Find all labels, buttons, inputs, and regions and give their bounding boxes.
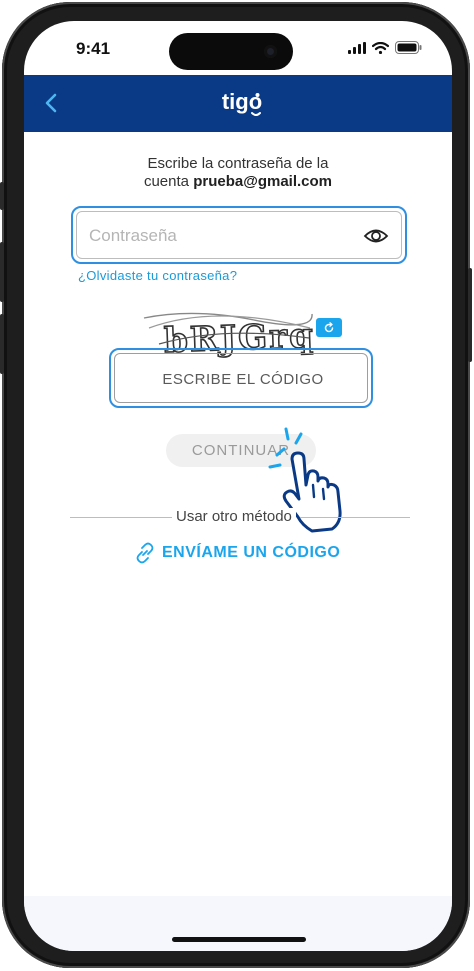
bottom-area: [24, 896, 452, 951]
home-indicator[interactable]: [172, 937, 306, 942]
tigo-logo: tigo: [222, 89, 262, 116]
refresh-icon: [324, 321, 334, 332]
phone-frame: 9:41 tigo Escribe la contraseña de la cu…: [0, 2, 472, 968]
account-prompt: Escribe la contraseña de la cuenta prueb…: [24, 155, 452, 191]
password-field-focus: [71, 206, 407, 264]
forgot-password-link[interactable]: ¿Olvidaste tu contraseña?: [78, 268, 237, 283]
signal-icon: [348, 41, 366, 54]
prompt-prefix: cuenta: [143, 173, 194, 190]
captcha-code-field: [114, 353, 371, 404]
app-header: tigo: [24, 75, 452, 132]
alt-method-label: Usar otro método: [172, 508, 296, 525]
refresh-captcha-button[interactable]: [316, 318, 342, 337]
volume-up-button: [0, 242, 4, 302]
prompt-line-2: cuenta prueba@gmail.com: [24, 173, 452, 191]
send-code-link[interactable]: ENVÍAME UN CÓDIGO: [134, 542, 340, 564]
link-icon: [136, 542, 154, 564]
dynamic-island: [169, 33, 293, 70]
captcha-code-input[interactable]: [115, 354, 371, 404]
power-button: [468, 268, 472, 362]
mute-switch: [0, 182, 4, 210]
status-icons: [348, 41, 422, 54]
divider-right: [300, 517, 410, 518]
captcha-code-field-focus: [109, 348, 373, 408]
status-bar: 9:41: [24, 21, 452, 75]
wifi-icon: [372, 41, 389, 54]
eye-icon[interactable]: [363, 225, 389, 247]
svg-text:tigo: tigo: [222, 89, 262, 114]
status-time: 9:41: [76, 39, 111, 58]
prompt-line-1: Escribe la contraseña de la: [147, 155, 329, 172]
password-field: [76, 211, 402, 260]
volume-down-button: [0, 314, 4, 374]
password-input[interactable]: [87, 212, 351, 260]
camera-icon: [264, 45, 277, 58]
account-email: prueba@gmail.com: [193, 173, 333, 190]
divider-left: [70, 517, 176, 518]
send-code-label: ENVÍAME UN CÓDIGO: [162, 544, 341, 561]
screen: 9:41 tigo Escribe la contraseña de la cu…: [24, 21, 452, 951]
back-arrow-icon[interactable]: [38, 89, 66, 117]
battery-icon: [395, 41, 422, 54]
